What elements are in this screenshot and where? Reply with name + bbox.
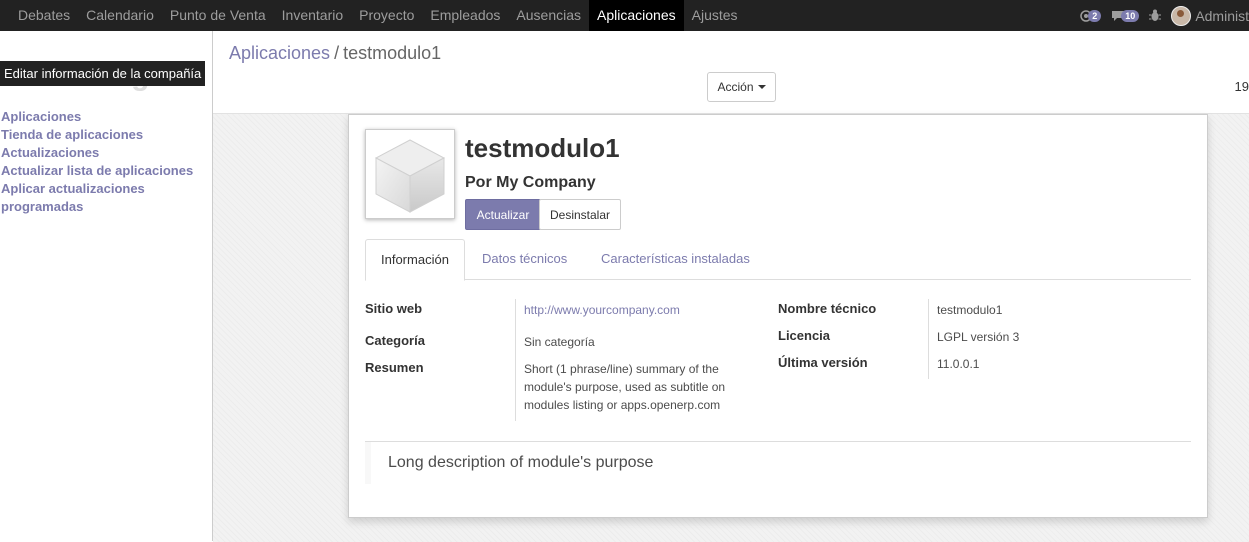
description-gutter <box>365 442 371 484</box>
sidebar-menu: Aplicaciones Tienda de aplicaciones Actu… <box>1 108 193 216</box>
license-label: Licencia <box>778 328 831 343</box>
description-divider <box>365 441 1191 442</box>
module-name: testmodulo1 <box>465 133 620 163</box>
summary-label: Resumen <box>365 360 424 375</box>
website-label: Sitio web <box>365 301 423 316</box>
sidebar-item-aplicar-actualizaciones-cont[interactable]: programadas <box>1 198 193 216</box>
left-sidebar: Your logo Editar información de la compa… <box>0 31 213 541</box>
menu-item-ausencias[interactable]: Ausencias <box>508 0 589 31</box>
module-description: Long description of module's purpose <box>388 454 654 471</box>
update-button[interactable]: Actualizar <box>465 199 541 230</box>
license-value: LGPL versión 3 <box>937 330 1020 344</box>
sidebar-item-actualizaciones[interactable]: Actualizaciones <box>1 144 193 162</box>
tab-informacion[interactable]: Información <box>365 239 465 281</box>
tab-datos-tecnicos[interactable]: Datos técnicos <box>467 239 582 279</box>
menu-item-ajustes[interactable]: Ajustes <box>684 0 746 31</box>
tab-caracteristicas-instaladas[interactable]: Características instaladas <box>586 239 765 279</box>
caret-down-icon <box>757 85 766 89</box>
menu-item-calendario[interactable]: Calendario <box>78 0 162 31</box>
breadcrumb-parent[interactable]: Aplicaciones <box>229 43 330 63</box>
category-value: Sin categoría <box>524 335 595 349</box>
avatar <box>1171 5 1192 26</box>
module-author: Por My Company <box>465 174 596 191</box>
menu-item-punto-de-venta[interactable]: Punto de Venta <box>162 0 274 31</box>
form-sheet: testmodulo1 Por My Company Actualizar De… <box>348 114 1208 518</box>
systray: 2 10 Administ <box>1080 0 1249 31</box>
logo-tooltip: Editar información de la compañía <box>0 61 206 86</box>
category-label: Categoría <box>365 333 425 348</box>
uninstall-button[interactable]: Desinstalar <box>539 199 621 230</box>
breadcrumb: Aplicaciones / testmodulo1 <box>229 43 441 64</box>
summary-line: Short (1 phrase/line) summary of the <box>524 362 719 376</box>
sidebar-item-tienda-de-aplicaciones[interactable]: Tienda de aplicaciones <box>1 126 193 144</box>
version-value: 11.0.0.1 <box>937 357 980 371</box>
action-dropdown-button[interactable]: Acción <box>707 72 776 102</box>
field-divider <box>515 299 516 421</box>
notebook-tabs: Información Datos técnicos Característic… <box>365 239 1191 281</box>
breadcrumb-current: testmodulo1 <box>343 43 442 63</box>
user-menu[interactable]: Administ <box>1171 5 1249 26</box>
menu-item-proyecto[interactable]: Proyecto <box>351 0 422 31</box>
chat-count-badge: 2 <box>1088 9 1102 22</box>
tech-name-label: Nombre técnico <box>778 301 877 316</box>
main-menu: Debates Calendario Punto de Venta Invent… <box>10 0 746 31</box>
sidebar-item-aplicar-actualizaciones[interactable]: Aplicar actualizaciones <box>1 180 193 198</box>
pager-value[interactable]: 19 <box>1235 79 1249 94</box>
field-divider <box>928 299 929 379</box>
messages-button[interactable]: 10 <box>1111 9 1140 22</box>
tech-name-value: testmodulo1 <box>937 303 1003 317</box>
menu-item-inventario[interactable]: Inventario <box>274 0 351 31</box>
bug-icon <box>1149 9 1162 21</box>
top-navbar: Debates Calendario Punto de Venta Invent… <box>0 0 1249 31</box>
sidebar-item-actualizar-lista[interactable]: Actualizar lista de aplicaciones <box>1 162 193 180</box>
website-link[interactable]: http://www.yourcompany.com <box>524 301 680 319</box>
sidebar-item-aplicaciones[interactable]: Aplicaciones <box>1 108 193 126</box>
package-cube-icon <box>365 129 455 219</box>
breadcrumb-separator: / <box>334 43 340 63</box>
user-name: Administ <box>1195 7 1249 24</box>
message-count-badge: 10 <box>1121 9 1140 22</box>
debug-button[interactable] <box>1149 9 1162 22</box>
summary-line: module's purpose, used as subtitle on <box>524 380 726 394</box>
chat-button[interactable]: 2 <box>1080 9 1102 22</box>
menu-item-debates[interactable]: Debates <box>10 0 78 31</box>
menu-item-empleados[interactable]: Empleados <box>422 0 508 31</box>
menu-item-aplicaciones[interactable]: Aplicaciones <box>589 0 684 31</box>
summary-line: modules listing or apps.openerp.com <box>524 398 721 412</box>
summary-value: Short (1 phrase/line) summary of the mod… <box>524 360 754 414</box>
action-label: Acción <box>717 80 754 94</box>
version-label: Última versión <box>778 355 868 370</box>
